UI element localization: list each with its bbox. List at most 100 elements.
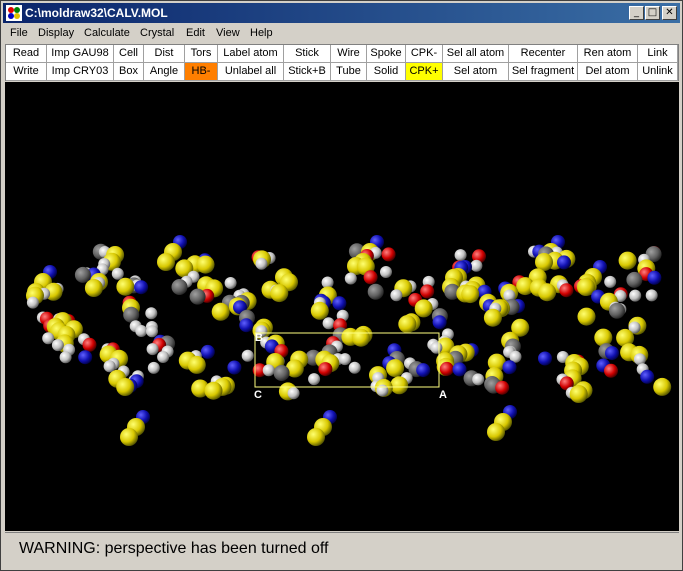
- atom-sphere[interactable]: [432, 315, 447, 330]
- menu-view[interactable]: View: [216, 27, 240, 39]
- molecule-viewport[interactable]: B C A: [5, 82, 679, 531]
- atom-sphere[interactable]: [51, 339, 64, 352]
- minimize-button[interactable]: _: [629, 6, 644, 20]
- atom-sphere[interactable]: [196, 255, 215, 274]
- atom-sphere[interactable]: [339, 353, 351, 366]
- atom-spheres[interactable]: [26, 235, 672, 446]
- atom-sphere[interactable]: [227, 360, 242, 375]
- atom-sphere[interactable]: [310, 301, 329, 320]
- atom-sphere[interactable]: [618, 251, 637, 270]
- atom-sphere[interactable]: [332, 296, 347, 311]
- unlink-button[interactable]: Unlink: [638, 63, 678, 81]
- atom-sphere[interactable]: [103, 360, 116, 373]
- atom-sphere[interactable]: [82, 337, 97, 352]
- delete-atom-button[interactable]: Del atom: [578, 63, 638, 81]
- atom-sphere[interactable]: [569, 385, 588, 403]
- atom-sphere[interactable]: [626, 271, 643, 288]
- atom-sphere[interactable]: [308, 373, 321, 386]
- rename-atom-button[interactable]: Ren atom: [578, 45, 638, 63]
- stick-button[interactable]: Stick: [284, 45, 331, 63]
- atom-sphere[interactable]: [204, 381, 223, 400]
- atom-sphere[interactable]: [604, 275, 617, 288]
- atom-sphere[interactable]: [116, 277, 135, 296]
- menu-display[interactable]: Display: [38, 27, 74, 39]
- atom-sphere[interactable]: [255, 257, 268, 270]
- atom-sphere[interactable]: [262, 364, 275, 377]
- atom-sphere[interactable]: [123, 306, 140, 323]
- wire-button[interactable]: Wire: [331, 45, 367, 63]
- atom-sphere[interactable]: [640, 369, 655, 384]
- atom-sphere[interactable]: [604, 363, 618, 378]
- atom-sphere[interactable]: [224, 277, 237, 289]
- atom-sphere[interactable]: [211, 302, 230, 321]
- atom-sphere[interactable]: [645, 289, 658, 302]
- cpk-plus-button[interactable]: CPK+: [406, 63, 443, 81]
- atom-sphere[interactable]: [416, 363, 431, 378]
- atom-sphere[interactable]: [59, 351, 72, 364]
- atom-sphere[interactable]: [538, 283, 557, 302]
- solid-button[interactable]: Solid: [367, 63, 406, 81]
- atom-sphere[interactable]: [26, 296, 39, 309]
- atom-sphere[interactable]: [461, 285, 480, 304]
- unlabel-all-button[interactable]: Unlabel all: [218, 63, 284, 81]
- atom-sphere[interactable]: [380, 266, 392, 278]
- atom-sphere[interactable]: [116, 378, 135, 396]
- atom-sphere[interactable]: [273, 365, 290, 381]
- atom-sphere[interactable]: [189, 288, 206, 305]
- menu-calculate[interactable]: Calculate: [84, 27, 130, 39]
- atom-sphere[interactable]: [239, 318, 254, 333]
- atom-sphere[interactable]: [171, 279, 188, 295]
- atom-sphere[interactable]: [367, 283, 384, 300]
- atom-sphere[interactable]: [390, 289, 403, 302]
- atom-sphere[interactable]: [146, 343, 159, 356]
- atom-sphere[interactable]: [187, 355, 206, 374]
- atom-sphere[interactable]: [414, 299, 433, 318]
- atom-sphere[interactable]: [287, 387, 300, 400]
- select-all-atoms-button[interactable]: Sel all atom: [443, 45, 509, 63]
- recenter-button[interactable]: Recenter: [509, 45, 578, 63]
- atom-sphere[interactable]: [157, 351, 170, 363]
- atom-sphere[interactable]: [653, 377, 672, 396]
- link-button[interactable]: Link: [638, 45, 678, 63]
- atom-sphere[interactable]: [135, 325, 148, 337]
- label-atom-button[interactable]: Label atom: [218, 45, 284, 63]
- atom-sphere[interactable]: [270, 284, 289, 303]
- title-bar[interactable]: C:\moldraw32\CALV.MOL _ □ ✕: [3, 3, 680, 23]
- menu-help[interactable]: Help: [250, 27, 273, 39]
- atom-sphere[interactable]: [557, 255, 571, 270]
- atom-sphere[interactable]: [134, 280, 149, 295]
- atom-sphere[interactable]: [42, 332, 55, 345]
- atom-sphere[interactable]: [487, 423, 505, 441]
- atom-sphere[interactable]: [147, 361, 160, 374]
- atom-sphere[interactable]: [502, 360, 517, 375]
- write-button[interactable]: Write: [6, 63, 47, 81]
- atom-sphere[interactable]: [157, 253, 175, 271]
- select-fragment-button[interactable]: Sel fragment: [509, 63, 578, 81]
- box-button[interactable]: Box: [114, 63, 144, 81]
- atom-sphere[interactable]: [483, 308, 502, 327]
- atom-sphere[interactable]: [84, 279, 103, 297]
- atom-sphere[interactable]: [318, 362, 333, 377]
- stick-ball-button[interactable]: Stick+B: [284, 63, 331, 81]
- atom-sphere[interactable]: [647, 270, 662, 285]
- atom-sphere[interactable]: [241, 349, 254, 362]
- atom-sphere[interactable]: [381, 247, 396, 262]
- atom-sphere[interactable]: [363, 270, 378, 285]
- spoke-button[interactable]: Spoke: [367, 45, 406, 63]
- atom-sphere[interactable]: [605, 346, 619, 361]
- select-atom-button[interactable]: Sel atom: [443, 63, 509, 81]
- menu-file[interactable]: File: [10, 27, 28, 39]
- atom-sphere[interactable]: [629, 289, 642, 302]
- atom-sphere[interactable]: [538, 351, 552, 366]
- crystal-structure-render[interactable]: B C A: [5, 82, 679, 531]
- atom-sphere[interactable]: [386, 359, 405, 378]
- atom-sphere[interactable]: [452, 362, 467, 377]
- atom-sphere[interactable]: [470, 259, 483, 272]
- atom-sphere[interactable]: [609, 302, 625, 319]
- atom-sphere[interactable]: [200, 344, 215, 359]
- atom-sphere[interactable]: [322, 317, 335, 330]
- atom-sphere[interactable]: [307, 428, 325, 446]
- atom-sphere[interactable]: [146, 325, 158, 338]
- atom-sphere[interactable]: [348, 361, 361, 374]
- atom-sphere[interactable]: [352, 328, 370, 347]
